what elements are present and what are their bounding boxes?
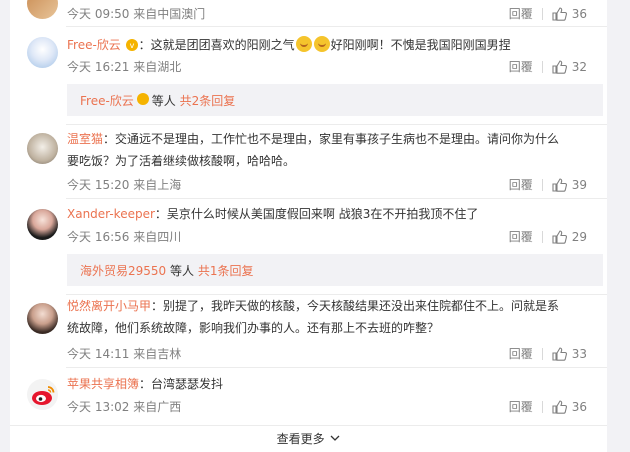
divider: [541, 230, 543, 243]
comment-meta: 今天 14:11 来自吉林: [67, 347, 182, 361]
sub-reply-count-link[interactable]: 共2条回复: [180, 92, 236, 109]
woman-photo-avatar[interactable]: [27, 303, 58, 334]
divider: [66, 124, 607, 125]
comment-text: Free-欣云 v ：这就是团团喜欢的阳刚之气 好阳刚啊！不愧是我国阳刚国男捏: [67, 34, 567, 59]
comment-meta: 今天 13:02 来自广西: [67, 400, 182, 414]
thumbs-up-icon: [552, 346, 567, 361]
comment-meta: 今天 16:21 来自湖北: [67, 60, 182, 74]
sub-reply-box[interactable]: 海外贸易29550 等人 共1条回复: [67, 254, 603, 286]
comment-text: 苹果共享相簿：台湾瑟瑟发抖: [67, 373, 567, 395]
divider: [541, 60, 543, 73]
comment-body: ：交通远不是理由，工作忙也不是理由，家里有事孩子生病也不是理由。请问你为什么要吃…: [67, 132, 560, 168]
comment-actions: 回覆 33: [509, 345, 587, 362]
comment-panel: 今天 09:50 来自中国澳门 回覆 36 Free-欣云 v ：这就是团团喜欢的…: [10, 0, 607, 452]
thumbs-up-icon: [552, 399, 567, 414]
vip-badge-icon: [136, 92, 150, 109]
like-button[interactable]: 33: [552, 347, 587, 361]
view-more-button[interactable]: 查看更多: [10, 425, 607, 452]
comment-actions: 回覆 32: [509, 58, 587, 75]
divider: [541, 347, 543, 360]
reply-button[interactable]: 回覆: [509, 58, 533, 75]
divider: [66, 367, 607, 368]
sub-reply-count-link[interactable]: 共1条回复: [198, 262, 254, 279]
username-link[interactable]: Xander-keeper: [67, 207, 155, 221]
comment-actions: 回覆 29: [509, 228, 587, 245]
reply-button[interactable]: 回覆: [509, 5, 533, 22]
divider: [541, 7, 543, 20]
comment-body: 好阳刚啊！不愧是我国阳刚国男捏: [330, 38, 511, 52]
thumbs-up-icon: [552, 229, 567, 244]
comment-actions: 回覆 36: [509, 398, 587, 415]
like-count: 36: [571, 6, 587, 21]
chevron-down-icon: [330, 435, 340, 441]
comment-text: 温室猫：交通远不是理由，工作忙也不是理由，家里有事孩子生病也不是理由。请问你为什…: [67, 128, 567, 172]
comment-actions: 回覆 39: [509, 176, 587, 193]
like-count: 32: [571, 59, 587, 74]
thumbs-up-icon: [552, 6, 567, 21]
reply-button[interactable]: 回覆: [509, 176, 533, 193]
comment-meta: 今天 15:20 来自上海: [67, 178, 182, 192]
sub-reply-suffix: 等人: [170, 263, 195, 278]
reply-button[interactable]: 回覆: [509, 228, 533, 245]
svg-text:v: v: [129, 41, 134, 50]
cartoon-avatar[interactable]: [27, 133, 58, 164]
divider: [541, 400, 543, 413]
username-link[interactable]: 苹果共享相簿: [67, 377, 139, 391]
username-link[interactable]: Free-欣云: [67, 38, 121, 52]
comment-body: ：台湾瑟瑟发抖: [139, 377, 224, 391]
username-link[interactable]: 温室猫: [67, 132, 103, 146]
like-count: 33: [571, 346, 587, 361]
sub-reply-user[interactable]: Free-欣云: [80, 92, 134, 109]
comment-text: 悦然离开小马甲：别提了，我昨天做的核酸，今天核酸结果还没出来住院都住不上。问就是…: [67, 295, 567, 339]
sub-reply-suffix: 等人: [151, 93, 176, 108]
like-button[interactable]: 29: [552, 230, 587, 244]
sub-reply-box[interactable]: Free-欣云 等人 共2条回复: [67, 84, 603, 116]
anime-girl-avatar[interactable]: [27, 37, 58, 68]
food-photo-avatar[interactable]: [27, 0, 58, 19]
like-button[interactable]: 36: [552, 7, 587, 21]
thumbs-up-icon: [552, 59, 567, 74]
girl-photo-avatar[interactable]: [27, 209, 58, 240]
scrollbar-track[interactable]: [607, 0, 630, 452]
divider: [541, 178, 543, 191]
comment-meta: 今天 16:56 来自四川: [67, 230, 182, 244]
like-button[interactable]: 39: [552, 178, 587, 192]
vip-badge-icon: v: [125, 37, 139, 59]
comment-text: Xander-keeper：吴京什么时候从美国度假回来啊 战狼3在不开拍我顶不住…: [67, 203, 567, 225]
comment-body: ：吴京什么时候从美国度假回来啊 战狼3在不开拍我顶不住了: [154, 207, 479, 221]
weibo-logo-icon: [31, 385, 54, 405]
comment-meta: 今天 09:50 来自中国澳门: [67, 7, 206, 21]
thumbs-up-icon: [552, 177, 567, 192]
weibo-logo-avatar[interactable]: [27, 379, 58, 410]
like-button[interactable]: 36: [552, 400, 587, 414]
like-button[interactable]: 32: [552, 60, 587, 74]
comment-actions: 回覆 36: [509, 5, 587, 22]
like-count: 36: [571, 399, 587, 414]
view-more-label: 查看更多: [276, 432, 325, 446]
like-count: 39: [571, 177, 587, 192]
sub-reply-user[interactable]: 海外贸易29550: [80, 262, 166, 279]
emoji-icon: [295, 36, 312, 52]
username-link[interactable]: 悦然离开小马甲: [67, 299, 151, 313]
reply-button[interactable]: 回覆: [509, 345, 533, 362]
comment-body: ：这就是团团喜欢的阳刚之气: [138, 38, 295, 52]
divider: [66, 198, 607, 199]
like-count: 29: [571, 229, 587, 244]
reply-button[interactable]: 回覆: [509, 398, 533, 415]
emoji-icon: [313, 36, 330, 52]
divider: [66, 26, 607, 27]
